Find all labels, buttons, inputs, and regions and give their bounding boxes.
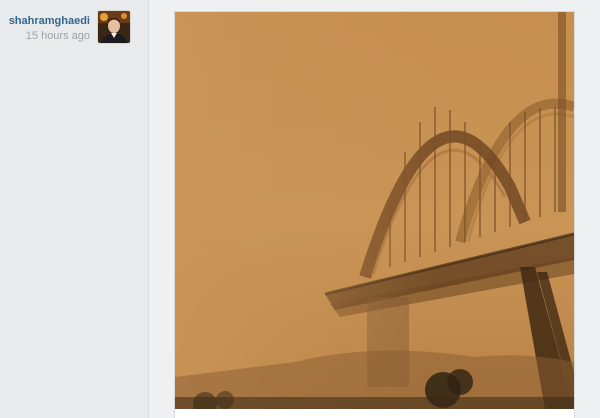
photo-card <box>175 12 574 418</box>
author-meta: shahramghaedi 15 hours ago <box>9 14 90 44</box>
user-avatar-icon <box>98 11 130 43</box>
photo-sandstorm-bridge[interactable] <box>175 12 574 409</box>
avatar[interactable] <box>98 11 130 43</box>
timestamp: 15 hours ago <box>25 30 90 42</box>
left-column <box>0 0 148 418</box>
username-link[interactable]: shahramghaedi <box>9 14 90 29</box>
